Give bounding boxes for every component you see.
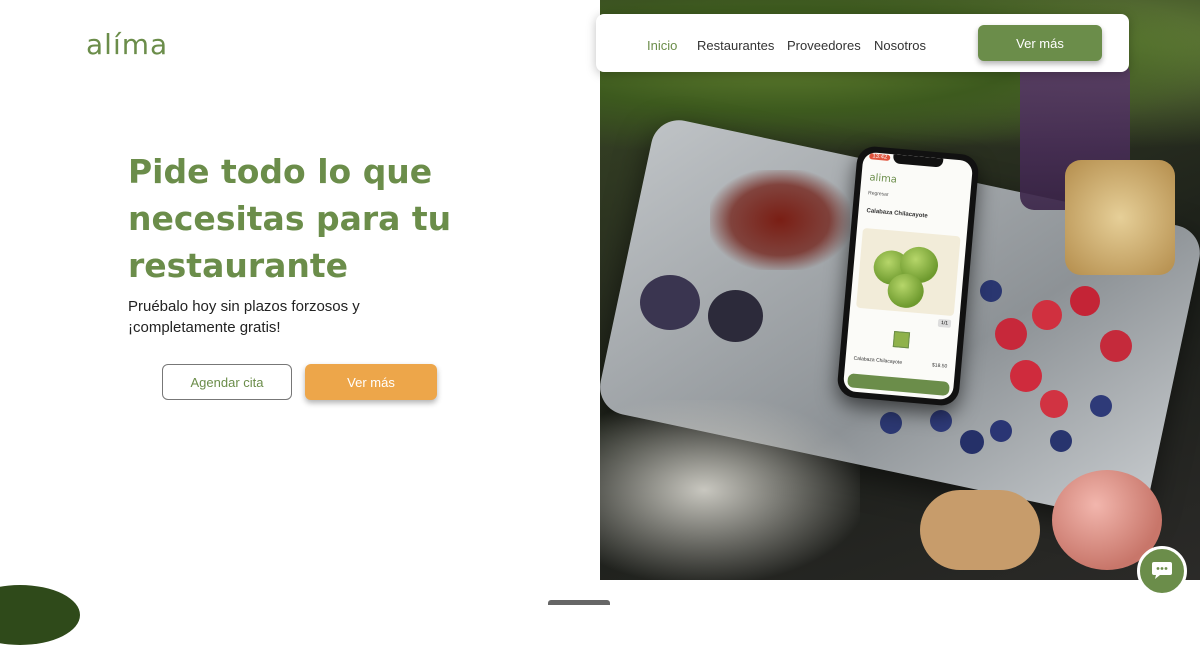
blueberry — [880, 412, 902, 434]
phone-qty-badge: 1/1 — [937, 318, 952, 328]
raspberry — [995, 318, 1027, 350]
fig — [708, 290, 763, 342]
raspberry — [1010, 360, 1042, 392]
blueberry — [990, 420, 1012, 442]
dried-chiles — [710, 170, 850, 270]
phone-screen: 13:42 alima Regresar Calabaza Chilacayot… — [842, 151, 974, 401]
bottom-green-curve — [0, 585, 80, 645]
phone-notch — [892, 154, 944, 168]
hero-headline: Pide todo lo que necesitas para tu resta… — [128, 148, 548, 289]
hero-subtext: Pruébalo hoy sin plazos forzosos y ¡comp… — [128, 296, 428, 338]
chat-bubble-icon — [1152, 562, 1172, 579]
nav-link-restaurantes[interactable]: Restaurantes — [697, 38, 774, 53]
blueberry — [1050, 430, 1072, 452]
phone-product-image — [856, 227, 961, 317]
headline-line: necesitas para tu — [128, 199, 452, 238]
nav-link-inicio[interactable]: Inicio — [647, 38, 677, 53]
top-navbar: Inicio Restaurantes Proveedores Nosotros… — [596, 14, 1129, 72]
phone-thumbnail — [892, 331, 911, 349]
peanut-jar — [1065, 160, 1175, 275]
blueberry — [930, 410, 952, 432]
blueberry — [960, 430, 984, 454]
phone-mockup: 13:42 alima Regresar Calabaza Chilacayot… — [836, 145, 980, 407]
agendar-cita-button[interactable]: Agendar cita — [162, 364, 292, 400]
raspberry — [1070, 286, 1100, 316]
raspberry — [1040, 390, 1068, 418]
phone-time: 13:42 — [869, 153, 891, 161]
alima-logo[interactable]: alíma — [86, 28, 168, 61]
subtext-line: ¡completamente gratis! — [128, 319, 281, 336]
fig — [640, 275, 700, 330]
nav-link-proveedores[interactable]: Proveedores — [787, 38, 861, 53]
phone-back-label: Regresar — [867, 190, 889, 198]
chat-button[interactable] — [1137, 546, 1187, 596]
phone-tab-bar — [847, 373, 950, 397]
phone-logo: alima — [868, 172, 898, 186]
subtext-line: Pruébalo hoy sin plazos forzosos y — [128, 298, 360, 315]
phone-item-price: $18.50 — [931, 362, 948, 370]
phone-product-name: Calabaza Chilacayote — [866, 208, 928, 220]
nav-ver-mas-button[interactable]: Ver más — [978, 25, 1102, 61]
raspberry — [1100, 330, 1132, 362]
hero-ver-mas-button[interactable]: Ver más — [305, 364, 437, 400]
headline-line: Pide todo lo que — [128, 152, 433, 191]
raspberry — [1032, 300, 1062, 330]
ginger-root — [920, 490, 1040, 570]
headline-line: restaurante — [128, 246, 349, 285]
blueberry — [1090, 395, 1112, 417]
blueberry — [980, 280, 1002, 302]
phone-item-name: Calabaza Chilacayote — [853, 355, 903, 366]
nav-link-nosotros[interactable]: Nosotros — [874, 38, 926, 53]
scroll-tab[interactable] — [548, 600, 610, 605]
hero-food-photo: 13:42 alima Regresar Calabaza Chilacayot… — [600, 0, 1200, 580]
garlic-cloves — [600, 400, 860, 580]
